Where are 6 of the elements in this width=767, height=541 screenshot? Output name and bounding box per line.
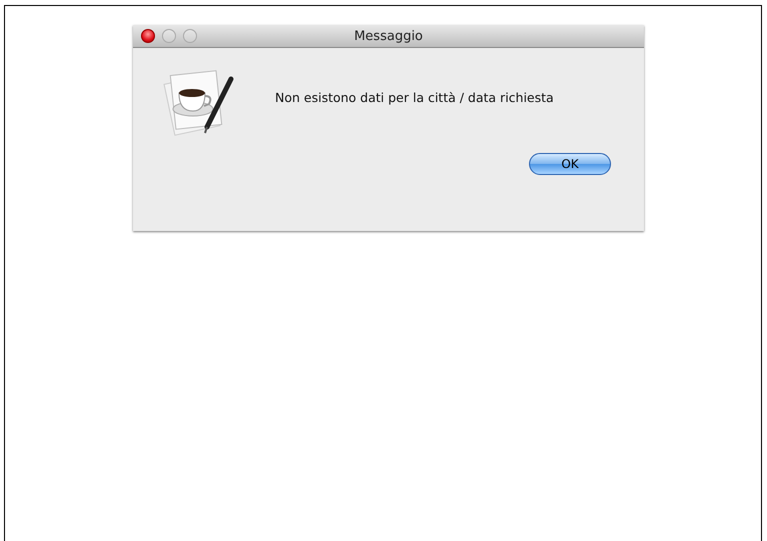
window-title: Messaggio: [354, 28, 423, 44]
zoom-button[interactable]: [183, 29, 197, 43]
close-button[interactable]: [141, 29, 155, 43]
message-text: Non esistono dati per la città / data richiesta: [275, 90, 554, 105]
minimize-button[interactable]: [162, 29, 176, 43]
ok-button[interactable]: OK: [529, 153, 611, 175]
